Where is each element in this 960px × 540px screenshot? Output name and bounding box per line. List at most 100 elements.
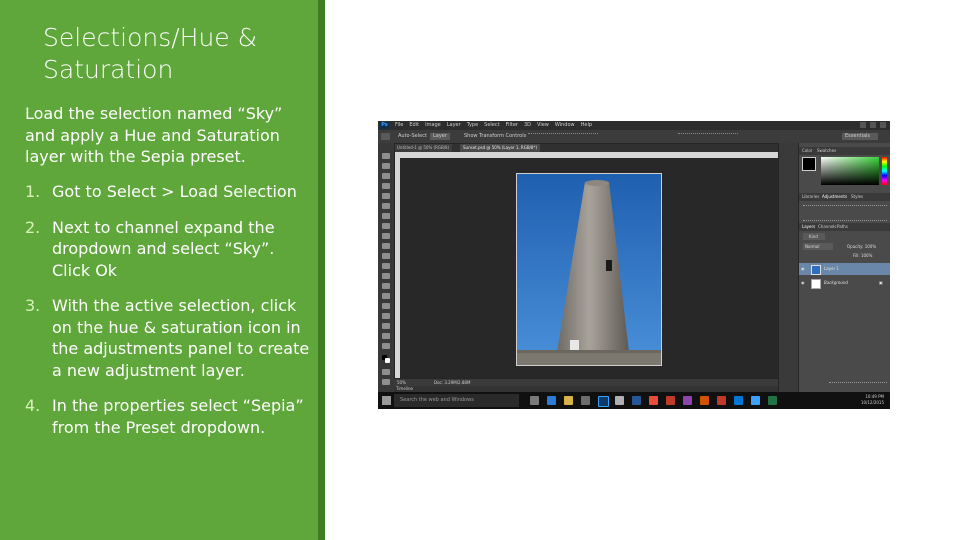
crop-tool-icon[interactable] [382,193,390,199]
show-transform-checkbox[interactable]: Show Transform Controls [464,133,526,140]
healing-brush-tool-icon[interactable] [382,213,390,219]
tab-swatches[interactable]: Swatches [817,147,836,155]
list-item: 3. With the active selection, click on th… [25,295,310,381]
edge-icon[interactable] [547,396,556,405]
ps-toolbar [378,143,395,405]
acrobat-icon[interactable] [717,396,726,405]
auto-select-checkbox[interactable]: Auto-Select [398,133,427,140]
photoshop-icon[interactable] [598,396,609,407]
layer-name[interactable]: Background [824,277,848,289]
hue-slider[interactable] [882,157,887,185]
tab-paths[interactable]: Paths [837,223,848,231]
quick-mask-icon[interactable] [382,369,390,375]
layer-filter-kind[interactable]: Kind [803,233,825,240]
zoom-tool-icon[interactable] [382,343,390,349]
dodge-tool-icon[interactable] [382,283,390,289]
color-picker-field[interactable] [821,157,879,185]
app-icon[interactable] [666,396,675,405]
tab-sunset[interactable]: Sunset.psd @ 50% (Layer 1, RGB/8*) [460,144,541,152]
adjustment-icons[interactable] [803,205,887,221]
workspace-select[interactable]: Essentials [842,133,879,140]
marquee-tool-icon[interactable] [382,163,390,169]
app-icon[interactable] [615,396,624,405]
blur-tool-icon[interactable] [382,273,390,279]
menu-item[interactable]: File [395,122,403,129]
layer-name[interactable]: Layer 1 [824,263,839,275]
list-item: 4. In the properties select “Sepia” from … [25,395,310,438]
menu-item[interactable]: Image [425,122,441,129]
layer-thumbnail [811,265,821,275]
taskbar-search[interactable]: Search the web and Windows [394,394,519,407]
screen-mode-icon[interactable] [382,379,390,385]
maximize-icon[interactable] [870,122,876,128]
list-item: 1. Got to Select > Load Selection [25,181,310,203]
background-color-icon[interactable] [385,358,390,363]
eyedropper-tool-icon[interactable] [382,203,390,209]
chrome-icon[interactable] [649,396,658,405]
task-view-icon[interactable] [530,396,539,405]
layer-select[interactable]: Layer [430,133,450,140]
tab-libraries[interactable]: Libraries [802,193,819,201]
outlook-icon[interactable] [734,396,743,405]
excel-icon[interactable] [768,396,777,405]
layer-actions-icons[interactable] [829,382,887,389]
fill-field[interactable]: Fill: 100% [853,252,872,259]
type-tool-icon[interactable] [382,303,390,309]
layer-row[interactable]: ◉ Background ▣ [799,277,890,289]
menu-item[interactable]: Layer [447,122,461,129]
blend-mode-select[interactable]: Normal [803,243,833,250]
minimize-icon[interactable] [860,122,866,128]
history-brush-tool-icon[interactable] [382,243,390,249]
hand-tool-icon[interactable] [382,333,390,339]
clone-stamp-tool-icon[interactable] [382,233,390,239]
visibility-eye-icon[interactable]: ◉ [801,263,805,275]
menu-item[interactable]: Window [555,122,575,129]
right-panels: Color Swatches Libraries Adjustments Sty… [798,143,890,392]
menu-item[interactable]: View [537,122,549,129]
menu-item[interactable]: Type [467,122,478,129]
menu-item[interactable]: Select [484,122,499,129]
adjustments-panel-tabs: Libraries Adjustments Styles [799,193,890,201]
gradient-tool-icon[interactable] [382,263,390,269]
ps-options-bar: Auto-Select Layer Show Transform Control… [378,130,890,144]
color-swatch[interactable] [802,157,816,171]
visibility-eye-icon[interactable]: ◉ [801,277,805,289]
onenote-icon[interactable] [683,396,692,405]
move-tool-icon[interactable] [381,133,390,140]
align-icons[interactable] [528,133,598,141]
tab-untitled[interactable]: Untitled-1 @ 50% (RGB/8) [394,144,453,152]
eraser-tool-icon[interactable] [382,253,390,259]
move-tool-icon[interactable] [382,153,390,159]
layer-row[interactable]: ◉ Layer 1 [799,263,890,275]
windows-start-icon[interactable] [382,396,391,405]
slide-title: Selections/Hue & Saturation [43,23,258,84]
lasso-tool-icon[interactable] [382,173,390,179]
shape-tool-icon[interactable] [382,323,390,329]
pen-tool-icon[interactable] [382,293,390,299]
tab-layers[interactable]: Layers [802,223,815,231]
windows-taskbar: Search the web and Windows 10:49 PM 10/1… [378,392,890,409]
powerpoint-icon[interactable] [700,396,709,405]
brush-tool-icon[interactable] [382,223,390,229]
menu-item[interactable]: 3D [524,122,531,129]
quick-select-tool-icon[interactable] [382,183,390,189]
word-icon[interactable] [632,396,641,405]
tab-styles[interactable]: Styles [851,193,863,201]
menu-item[interactable]: Help [581,122,592,129]
close-icon[interactable] [880,122,886,128]
menu-item[interactable]: Filter [506,122,518,129]
store-icon[interactable] [581,396,590,405]
app-icon[interactable] [751,396,760,405]
menu-item[interactable]: Edit [409,122,419,129]
3d-mode-icons[interactable] [678,133,738,141]
round-tower-image [517,174,661,365]
taskbar-clock[interactable]: 10:49 PM 10/12/2015 [861,394,884,406]
opacity-field[interactable]: Opacity: 100% [847,243,876,250]
tab-color[interactable]: Color [802,147,812,155]
file-explorer-icon[interactable] [564,396,573,405]
photoshop-screenshot: Ps File Edit Image Layer Type Select Fil… [378,121,890,409]
tab-adjustments[interactable]: Adjustments [822,193,847,201]
panel-edge-accent [318,0,325,540]
tab-channels[interactable]: Channels [818,223,837,231]
path-select-tool-icon[interactable] [382,313,390,319]
